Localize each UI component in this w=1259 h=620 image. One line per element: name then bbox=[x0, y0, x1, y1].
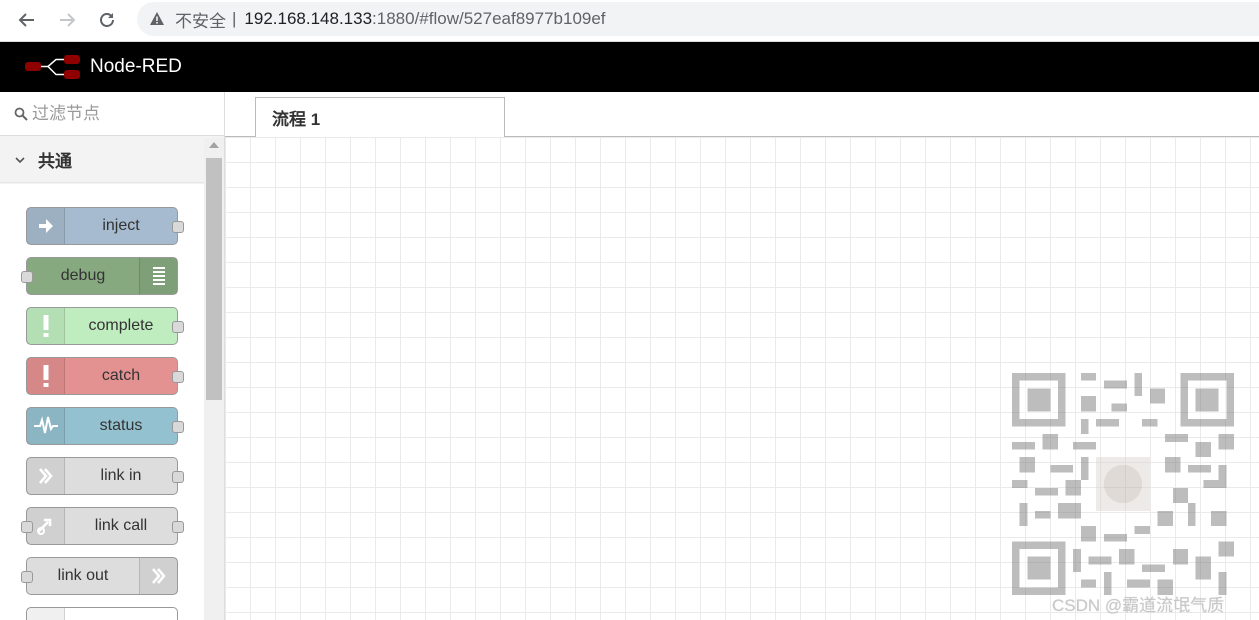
reload-button[interactable] bbox=[93, 6, 121, 34]
inject-arrow-icon bbox=[38, 219, 53, 233]
category-common-header[interactable]: 共通 bbox=[0, 137, 204, 183]
tab-label: 流程 1 bbox=[272, 110, 321, 129]
palette-node-partial[interactable] bbox=[26, 607, 178, 620]
qr-code-watermark-icon bbox=[1012, 373, 1234, 595]
output-port bbox=[172, 221, 184, 233]
palette-node-link-out[interactable]: link out bbox=[21, 557, 178, 595]
output-port bbox=[172, 371, 184, 383]
palette-node-complete[interactable]: complete bbox=[26, 307, 184, 345]
link-out-icon bbox=[151, 568, 166, 584]
url-path: :1880/#flow/527eaf8977b109ef bbox=[372, 9, 606, 28]
palette-node-debug[interactable]: debug bbox=[21, 257, 178, 295]
output-port bbox=[172, 321, 184, 333]
app-title: Node-RED bbox=[90, 56, 182, 77]
exclamation-icon bbox=[43, 315, 48, 337]
url-host: 192.168.148.133 bbox=[244, 9, 373, 28]
node-palette: 共通 inject debug complete bbox=[0, 92, 225, 620]
node-label: catch bbox=[101, 367, 141, 384]
csdn-watermark: CSDN @霸道流氓气质 bbox=[1052, 596, 1225, 615]
palette-node-inject[interactable]: inject bbox=[26, 207, 184, 245]
palette-node-link-call[interactable]: link call bbox=[21, 507, 184, 545]
link-in-icon bbox=[38, 468, 53, 484]
address-bar[interactable]: 不安全 | 192.168.148.133 :1880/#flow/527eaf… bbox=[137, 2, 1259, 36]
app-header: Node-RED bbox=[0, 42, 1259, 92]
filter-nodes-input[interactable] bbox=[32, 103, 212, 124]
search-icon bbox=[14, 107, 28, 121]
node-red-logo-icon bbox=[25, 55, 80, 79]
workspace-tabs: 流程 1 bbox=[225, 92, 1259, 138]
palette-node-link-in[interactable]: link in bbox=[26, 457, 184, 495]
node-list: inject debug complete catch status link … bbox=[0, 184, 204, 620]
forward-button[interactable] bbox=[53, 6, 81, 34]
palette-node-catch[interactable]: catch bbox=[26, 357, 184, 395]
chevron-down-icon bbox=[15, 156, 25, 163]
url-separator: | bbox=[232, 9, 237, 28]
palette-search bbox=[0, 92, 224, 136]
output-port bbox=[172, 521, 184, 533]
insecure-label: 不安全 bbox=[175, 11, 226, 31]
node-label: link in bbox=[100, 467, 142, 484]
exclamation-icon bbox=[43, 365, 48, 387]
tab-flow-1[interactable]: 流程 1 bbox=[255, 97, 505, 138]
node-label: link out bbox=[57, 567, 109, 584]
back-button[interactable] bbox=[13, 6, 41, 34]
arrow-left-icon bbox=[18, 13, 34, 27]
node-label: inject bbox=[102, 217, 140, 234]
category-label: 共通 bbox=[38, 152, 72, 171]
output-port bbox=[172, 471, 184, 483]
link-call-icon bbox=[36, 518, 51, 535]
node-label: link call bbox=[94, 517, 148, 534]
scroll-thumb[interactable] bbox=[206, 158, 222, 400]
browser-toolbar: 不安全 | 192.168.148.133 :1880/#flow/527eaf… bbox=[0, 0, 1259, 42]
node-label: complete bbox=[88, 317, 154, 334]
input-port bbox=[21, 571, 33, 583]
scroll-up-icon[interactable] bbox=[209, 142, 219, 148]
output-port bbox=[172, 421, 184, 433]
pulse-icon bbox=[33, 416, 58, 434]
arrow-right-icon bbox=[60, 13, 76, 27]
node-label: status bbox=[99, 417, 143, 434]
palette-scrollbar[interactable] bbox=[204, 138, 224, 620]
reload-icon bbox=[100, 13, 114, 27]
node-label: debug bbox=[60, 267, 106, 284]
warning-icon[interactable] bbox=[149, 11, 165, 27]
input-port bbox=[21, 521, 33, 533]
debug-list-icon bbox=[152, 267, 165, 285]
palette-node-status[interactable]: status bbox=[26, 407, 184, 445]
input-port bbox=[21, 271, 33, 283]
